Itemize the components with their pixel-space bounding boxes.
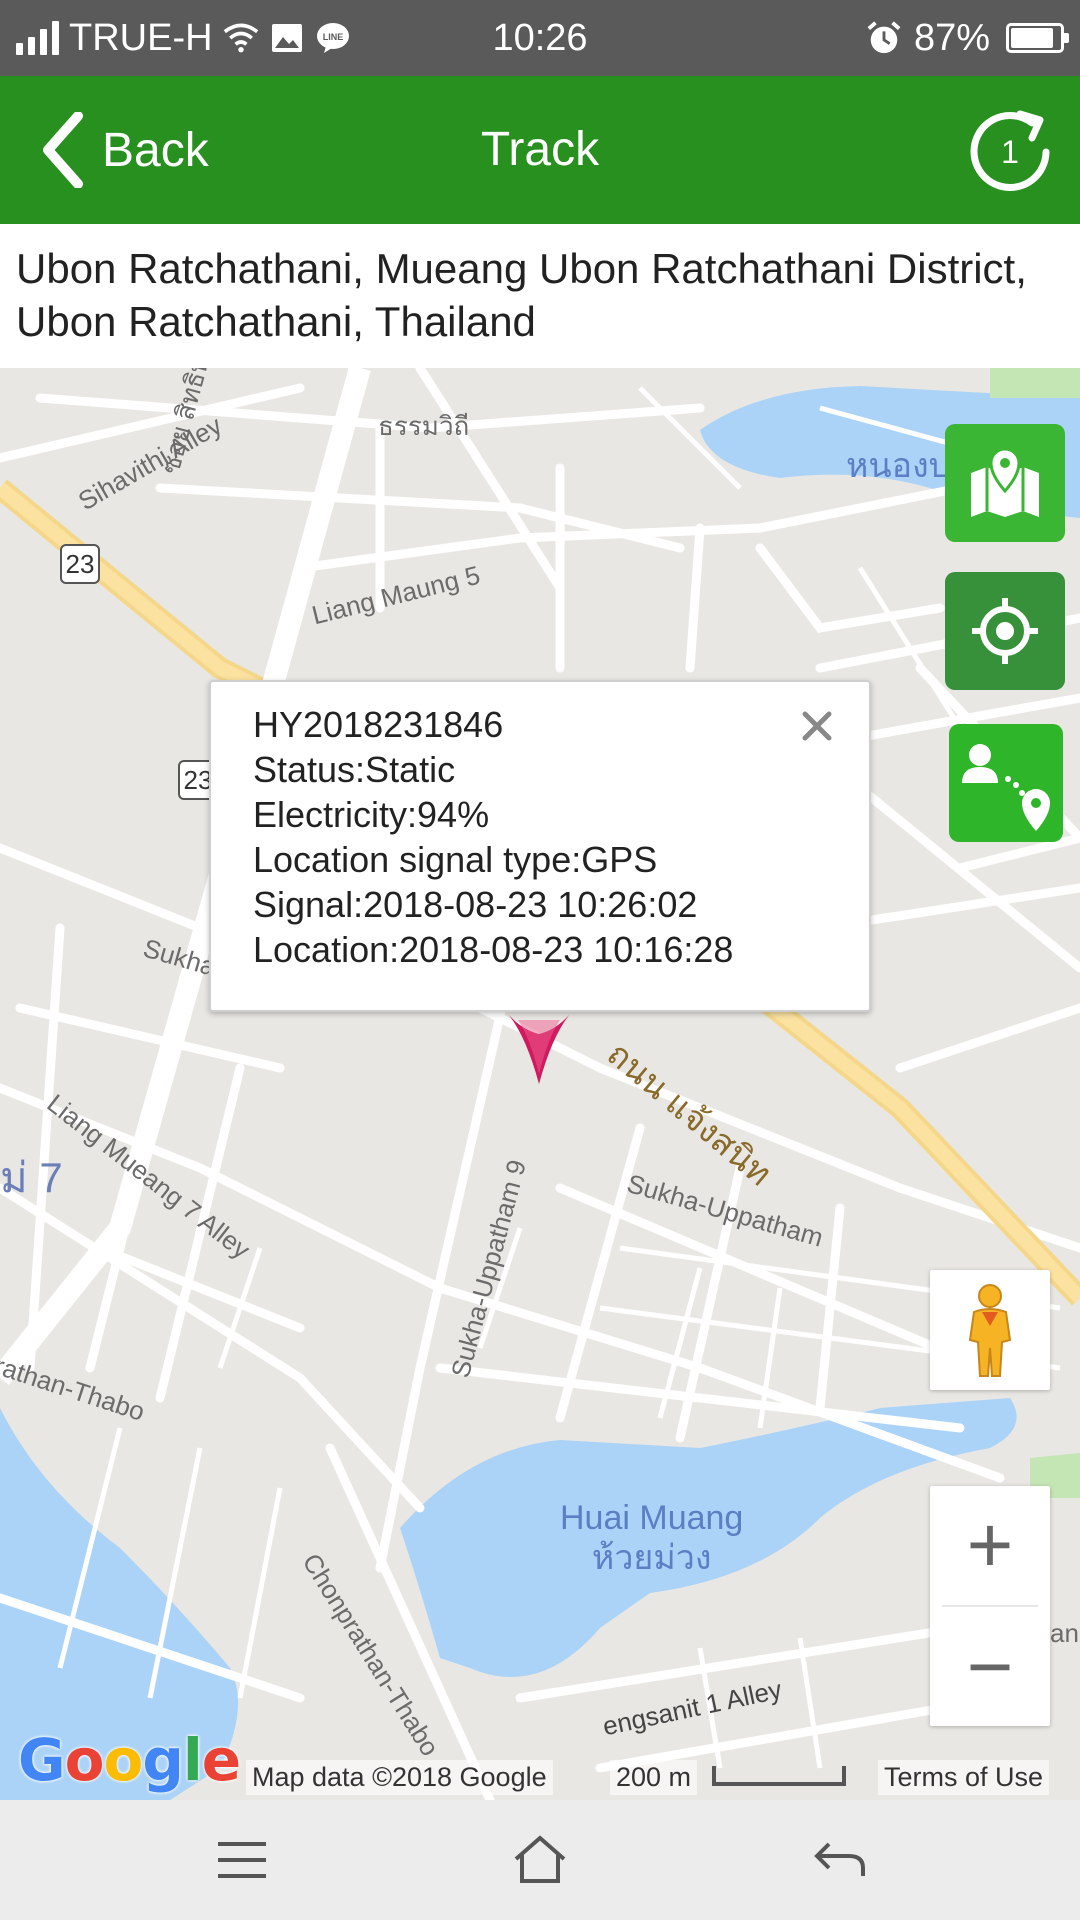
battery-icon — [1006, 23, 1069, 53]
battery-percent: 87% — [913, 16, 990, 59]
back-label: Back — [102, 123, 209, 177]
device-id: HY2018231846 — [253, 704, 504, 745]
map-label-thammawithi: ธรรมวิถี — [378, 411, 470, 441]
status-right: 87% — [866, 0, 1069, 76]
menu-icon — [218, 1842, 266, 1878]
system-nav-bar — [0, 1800, 1080, 1920]
map-label-moo-7: ม่ 7 — [0, 1154, 63, 1201]
app-bar: Back Track 1 — [0, 76, 1080, 224]
alarm-icon — [866, 20, 902, 56]
device-signal-type: Location signal type:GPS — [253, 839, 658, 880]
device-signal-time: Signal:2018-08-23 10:26:02 — [253, 884, 698, 925]
crosshair-icon — [972, 598, 1038, 664]
scale-bar — [712, 1766, 846, 1786]
refresh-button[interactable]: 1 — [962, 104, 1058, 200]
scale-label: 200 m — [610, 1760, 698, 1795]
device-marker[interactable] — [504, 1008, 574, 1088]
refresh-countdown: 1 — [1001, 134, 1019, 170]
back-arrow-icon — [814, 1842, 865, 1876]
map-view[interactable]: Sihavithi Alley ซอย สิทธิพนม ธรรมวิถี หน… — [0, 368, 1080, 1800]
device-info-window: HY2018231846 Status:Static Electricity:9… — [209, 680, 871, 1012]
menu-button[interactable] — [182, 1800, 302, 1920]
huai-muang-th: ห้วยม่วง — [591, 1539, 712, 1577]
map-label-edge-ani: ani — [1050, 1618, 1080, 1648]
person-route-icon — [962, 744, 1050, 831]
svg-text:LINE: LINE — [322, 32, 343, 42]
zoom-control: + − — [930, 1486, 1050, 1726]
route-button[interactable] — [949, 724, 1063, 842]
zoom-out-button[interactable]: − — [930, 1608, 1050, 1726]
device-status: Status:Static — [253, 749, 456, 790]
status-left: TRUE-H LINE — [16, 0, 351, 76]
close-icon[interactable] — [797, 706, 837, 746]
terms-of-use-link[interactable]: Terms of Use — [878, 1760, 1050, 1795]
route-shield-23a: 23 — [60, 544, 100, 584]
status-bar: TRUE-H LINE 10:26 87% — [0, 0, 1080, 76]
system-back-button[interactable] — [780, 1800, 900, 1920]
carrier-name: TRUE-H — [69, 16, 213, 59]
map-data-attribution[interactable]: Map data ©2018 Google — [246, 1760, 553, 1795]
huai-muang-en: Huai Muang — [560, 1499, 744, 1537]
line-app-icon: LINE — [315, 20, 351, 56]
device-location-time: Location:2018-08-23 10:16:28 — [253, 929, 734, 970]
address-text: Ubon Ratchathani, Mueang Ubon Ratchathan… — [0, 224, 1080, 368]
google-logo: Google — [18, 1726, 241, 1794]
chevron-left-icon — [43, 112, 83, 188]
map-label-nong-thai: หนองบ — [846, 447, 951, 485]
map-type-icon — [971, 447, 1039, 517]
pegman-icon — [968, 1284, 1012, 1377]
locate-button[interactable] — [945, 572, 1065, 690]
image-icon — [269, 20, 305, 56]
street-view-button[interactable] — [930, 1270, 1050, 1390]
back-button[interactable]: Back — [40, 76, 209, 224]
wifi-icon — [223, 20, 259, 56]
signal-icon — [16, 21, 59, 55]
zoom-in-button[interactable]: + — [930, 1486, 1050, 1604]
home-icon — [514, 1835, 566, 1883]
home-button[interactable] — [480, 1800, 600, 1920]
map-label-huai-muang: Huai Muang ห้วยม่วง — [560, 1498, 743, 1578]
map-type-button[interactable] — [945, 424, 1065, 542]
device-electricity: Electricity:94% — [253, 794, 490, 835]
zoom-divider — [942, 1605, 1038, 1607]
